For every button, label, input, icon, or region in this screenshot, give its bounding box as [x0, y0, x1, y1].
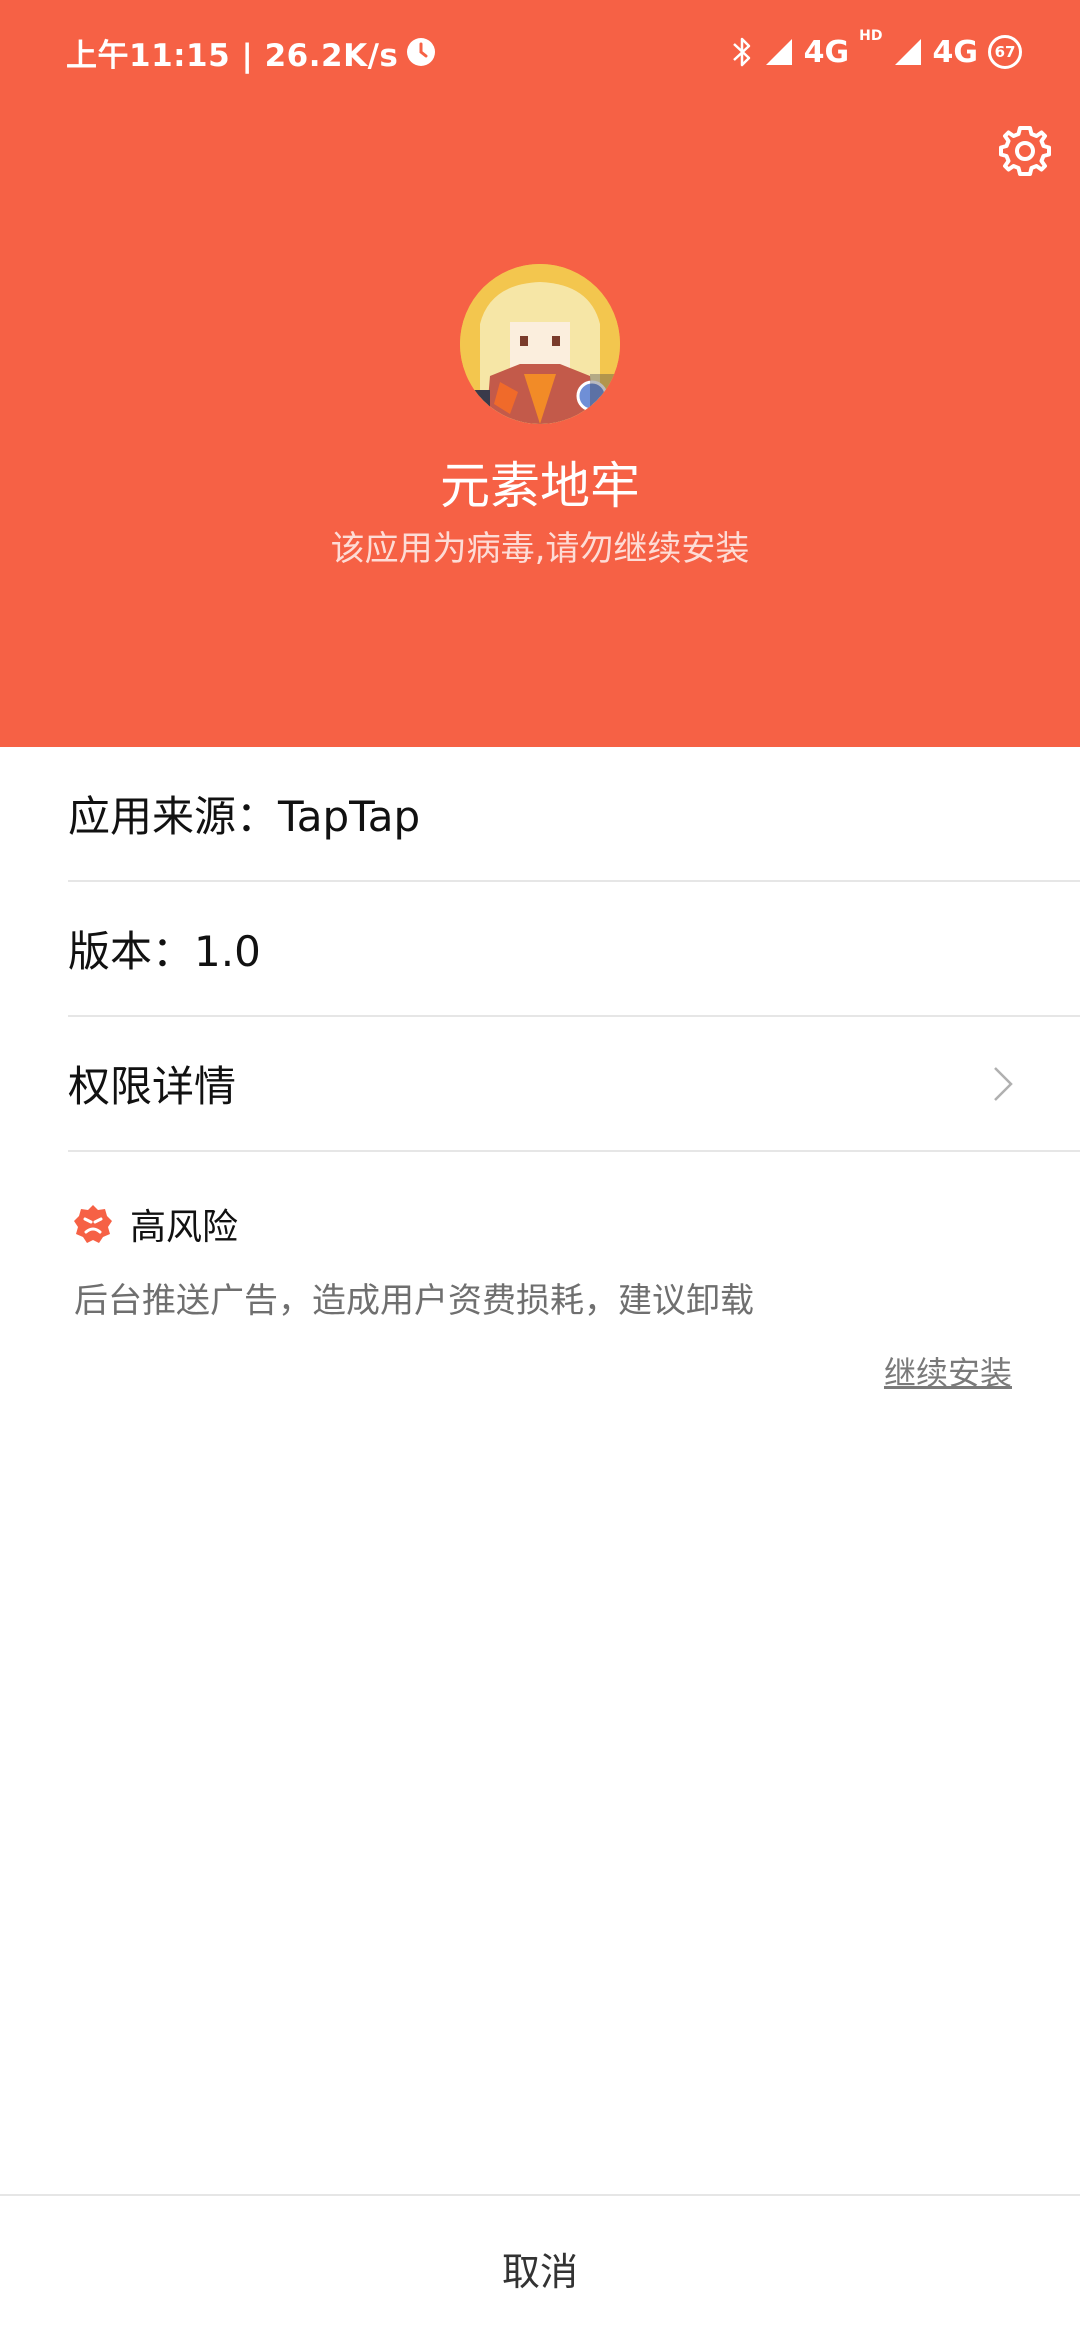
- version-row: 版本：1.0: [68, 882, 1080, 1017]
- cancel-button[interactable]: 取消: [0, 2194, 1080, 2340]
- cancel-label: 取消: [501, 2249, 578, 2294]
- status-left: 上午11:15 | 26.2K/s: [66, 30, 436, 74]
- app-name: 元素地牢: [440, 457, 640, 515]
- risk-level: 高风险: [130, 1207, 239, 1248]
- bluetooth-icon: [732, 37, 750, 67]
- source-row: 应用来源：TapTap: [68, 747, 1080, 882]
- version-label: 版本：1.0: [68, 927, 261, 976]
- risk-description: 后台推送广告，造成用户资费损耗，建议卸载: [74, 1281, 754, 1321]
- signal-icon: [894, 39, 921, 65]
- chevron-right-icon: [994, 1066, 1013, 1101]
- risk-header: 高风险: [72, 1196, 238, 1252]
- status-bar: 上午11:15 | 26.2K/s 4G HD 4G 67: [0, 0, 1080, 104]
- virus-warning: 该应用为病毒,请勿继续安装: [330, 529, 750, 569]
- permissions-row[interactable]: 权限详情: [68, 1017, 1080, 1152]
- gear-icon[interactable]: [998, 124, 1052, 178]
- signal-icon: [765, 39, 792, 65]
- app-icon: [460, 264, 620, 424]
- clock-icon: [407, 38, 436, 66]
- time-speed: 上午11:15 | 26.2K/s: [66, 37, 399, 74]
- source-label: 应用来源：TapTap: [68, 792, 421, 841]
- danger-icon: [74, 1205, 112, 1243]
- continue-install-link[interactable]: 继续安装: [884, 1350, 1012, 1396]
- permissions-label: 权限详情: [68, 1062, 237, 1111]
- header-banner: 上午11:15 | 26.2K/s 4G HD 4G 67 元素地牢 该应用为病…: [0, 0, 1080, 747]
- battery-icon: 67: [988, 35, 1022, 69]
- network-label-2: 4G: [932, 34, 979, 70]
- network-label-1: 4G: [803, 34, 850, 70]
- hd-label: HD: [859, 28, 883, 44]
- status-right: 4G HD 4G 67: [730, 28, 1022, 76]
